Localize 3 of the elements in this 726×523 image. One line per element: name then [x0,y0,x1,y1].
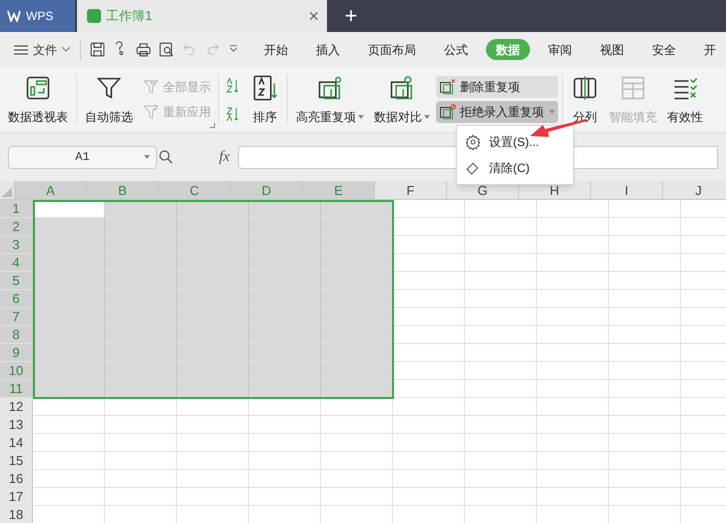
document-title: 工作簿1 [106,7,152,26]
cell-reference: A1 [75,149,90,166]
app-name: WPS [26,8,54,25]
